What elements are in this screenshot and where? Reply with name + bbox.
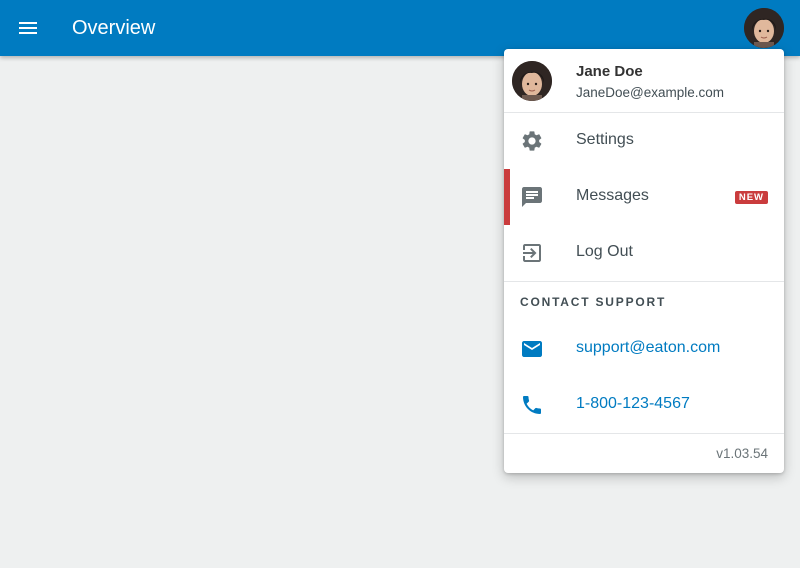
menu-button[interactable]: [12, 12, 44, 44]
avatar-icon: [512, 61, 552, 101]
contact-support-heading: CONTACT SUPPORT: [520, 295, 667, 309]
hamburger-menu-icon: [19, 22, 37, 34]
new-badge: NEW: [734, 191, 768, 204]
support-phone: 1-800-123-4567: [576, 395, 690, 412]
email-icon: [522, 341, 542, 357]
user-avatar-button[interactable]: [744, 8, 784, 48]
user-name: Jane Doe: [576, 63, 643, 80]
support-email: support@eaton.com: [576, 339, 721, 356]
active-indicator: [504, 169, 510, 225]
support-email-link[interactable]: support@eaton.com: [504, 321, 784, 377]
app-bar: Overview: [0, 0, 800, 56]
app-version: v1.03.54: [716, 446, 768, 461]
user-menu: Jane Doe JaneDoe@example.com Settings Me…: [504, 49, 784, 473]
avatar: [512, 61, 552, 101]
page-title: Overview: [72, 17, 156, 39]
menu-item-label: Log Out: [576, 243, 633, 260]
gear-icon: [522, 131, 542, 151]
divider: [504, 433, 784, 434]
menu-item-messages[interactable]: Messages NEW: [504, 169, 784, 225]
user-menu-header: Jane Doe JaneDoe@example.com: [504, 49, 784, 113]
message-icon: [522, 187, 542, 207]
menu-item-logout[interactable]: Log Out: [504, 225, 784, 281]
logout-icon: [523, 244, 541, 262]
avatar-icon: [744, 8, 784, 48]
menu-item-settings[interactable]: Settings: [504, 113, 784, 169]
divider: [504, 281, 784, 282]
phone-icon: [523, 396, 541, 414]
support-phone-link[interactable]: 1-800-123-4567: [504, 377, 784, 433]
menu-item-label: Messages: [576, 187, 649, 204]
menu-item-label: Settings: [576, 131, 634, 148]
user-email: JaneDoe@example.com: [576, 85, 725, 100]
